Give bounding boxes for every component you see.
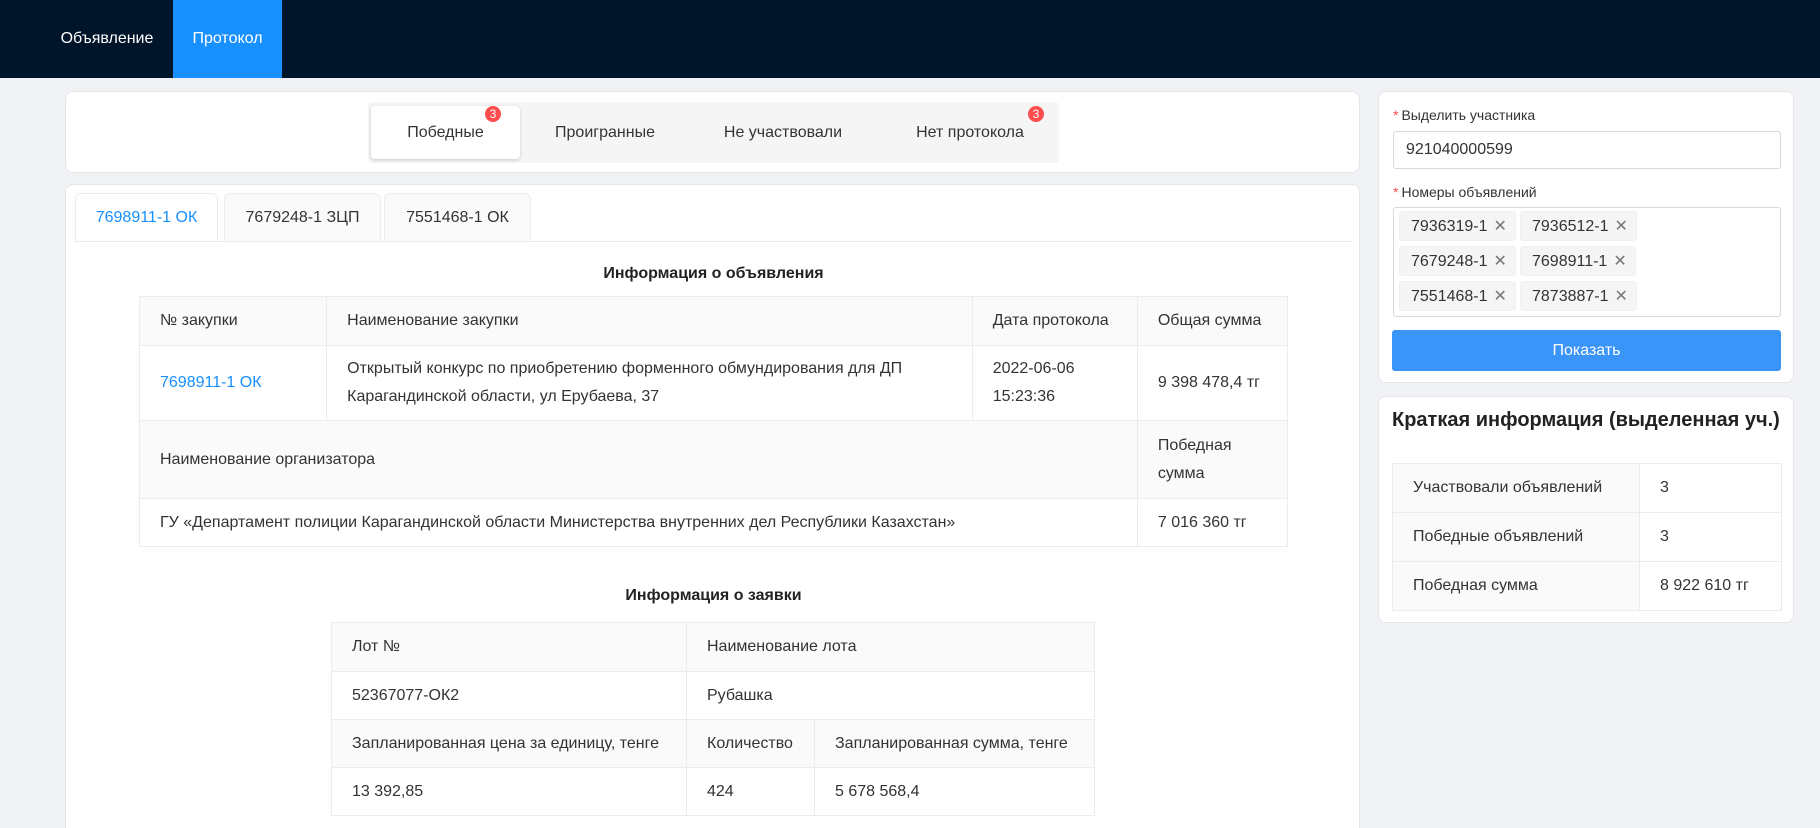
planned-sum: 5 678 568,4 (814, 767, 1095, 816)
lot-no: 52367077-ОК2 (331, 671, 687, 720)
total-sum: 9 398 478,4 тг (1136, 345, 1289, 421)
purchase-no-link[interactable]: 7698911-1 ОК (138, 345, 328, 421)
wins-count-badge: 3 (485, 106, 501, 122)
filter-card: Победные Проигранные Не участвовали Нет … (65, 91, 1360, 173)
header-total-sum: Общая сумма (1136, 296, 1289, 346)
result-filter-segmented: Победные Проигранные Не участвовали Нет … (368, 102, 1059, 163)
bid-info-title: Информация о заявки (625, 587, 802, 604)
summary-value: 3 (1639, 512, 1782, 562)
show-button[interactable]: Показать (1392, 330, 1781, 371)
chip-announcement: 7698911-1 ✕ (1520, 246, 1636, 276)
tab-announcement-2[interactable]: 7679248-1 ЗЦП (224, 193, 381, 241)
announcement-numbers-select[interactable]: 7936319-1 ✕ 7936512-1 ✕ 7679248-1 ✕ 7698911… (1393, 207, 1781, 317)
participant-filter-form: * Выделить участника 921040000599 * Номеры… (1378, 91, 1794, 383)
header-planned-sum: Запланированная сумма, тенге (814, 719, 1095, 768)
summary-value: 8 922 610 тг (1639, 561, 1782, 611)
summary-label: Победная сумма (1392, 561, 1640, 611)
announcement-info-title: Информация о объявления (603, 265, 824, 282)
remove-chip-icon[interactable]: ✕ (1494, 288, 1507, 305)
remove-chip-icon[interactable]: ✕ (1615, 288, 1628, 305)
tab-announcement-1[interactable]: 7698911-1 ОК (75, 193, 218, 241)
no-protocol-count-badge: 3 (1028, 106, 1044, 122)
nav-item-announcement[interactable]: Объявление (60, 0, 154, 78)
protocol-details-card: 7698911-1 ОК 7679248-1 ЗЦП 7551468-1 ОК … (65, 184, 1360, 828)
segment-lost[interactable]: Проигранные (530, 106, 680, 159)
remove-chip-icon[interactable]: ✕ (1613, 253, 1626, 270)
quantity: 424 (686, 767, 815, 816)
organizer-name: ГУ «Департамент полиции Карагандинской о… (139, 498, 1138, 547)
chip-announcement: 7873887-1 ✕ (1520, 281, 1637, 311)
tab-announcement-3[interactable]: 7551468-1 ОК (384, 193, 531, 241)
header-quantity: Количество (686, 719, 815, 768)
summary-value: 3 (1639, 463, 1782, 513)
participant-input[interactable]: 921040000599 (1393, 131, 1781, 169)
numbers-field-label: * Номеры объявлений (1393, 184, 1537, 200)
purchase-name: Открытый конкурс по приобретению форменн… (326, 345, 973, 421)
header-purchase-name: Наименование закупки (326, 296, 973, 346)
participant-field-label: * Выделить участника (1393, 107, 1536, 123)
chip-announcement: 7679248-1 ✕ (1399, 246, 1516, 276)
unit-price: 13 392,85 (331, 767, 687, 816)
win-sum: 7 016 360 тг (1136, 498, 1289, 547)
chip-announcement: 7936319-1 ✕ (1399, 211, 1516, 241)
summary-label: Участвовали объявлений (1392, 463, 1640, 513)
summary-table: Участвовали объявлений 3 Победные объявл… (1392, 463, 1782, 611)
top-nav-bar: Объявление Протокол (0, 0, 1820, 78)
remove-chip-icon[interactable]: ✕ (1615, 218, 1628, 235)
header-unit-price: Запланированная цена за единицу, тенге (331, 719, 687, 768)
header-lot-no: Лот № (331, 622, 687, 672)
header-protocol-date: Дата протокола (971, 296, 1138, 346)
tab-divider (75, 241, 1352, 242)
required-mark: * (1393, 184, 1399, 200)
summary-card: Краткая информация (выделенная уч.) Учас… (1378, 396, 1794, 623)
remove-chip-icon[interactable]: ✕ (1494, 218, 1507, 235)
summary-title: Краткая информация (выделенная уч.) (1392, 409, 1780, 431)
header-organizer: Наименование организатора (139, 420, 1138, 499)
summary-label: Победные объявлений (1392, 512, 1640, 562)
chip-announcement: 7936512-1 ✕ (1520, 211, 1637, 241)
chip-announcement: 7551468-1 ✕ (1399, 281, 1516, 311)
nav-item-protocol[interactable]: Протокол (173, 0, 282, 78)
bid-info-table: Лот № Наименование лота 52367077-ОК2 Руб… (331, 622, 1095, 816)
lot-name: Рубашка (686, 671, 1095, 720)
protocol-date: 2022-06-06 15:23:36 (971, 345, 1138, 421)
required-mark: * (1393, 107, 1399, 123)
remove-chip-icon[interactable]: ✕ (1494, 253, 1507, 270)
header-lot-name: Наименование лота (686, 622, 1095, 672)
segment-not-participated[interactable]: Не участвовали (698, 106, 868, 159)
announcement-info-table: № закупки Наименование закупки Дата прот… (138, 296, 1289, 547)
header-purchase-no: № закупки (138, 296, 328, 346)
header-win-sum: Победная сумма (1136, 420, 1289, 499)
